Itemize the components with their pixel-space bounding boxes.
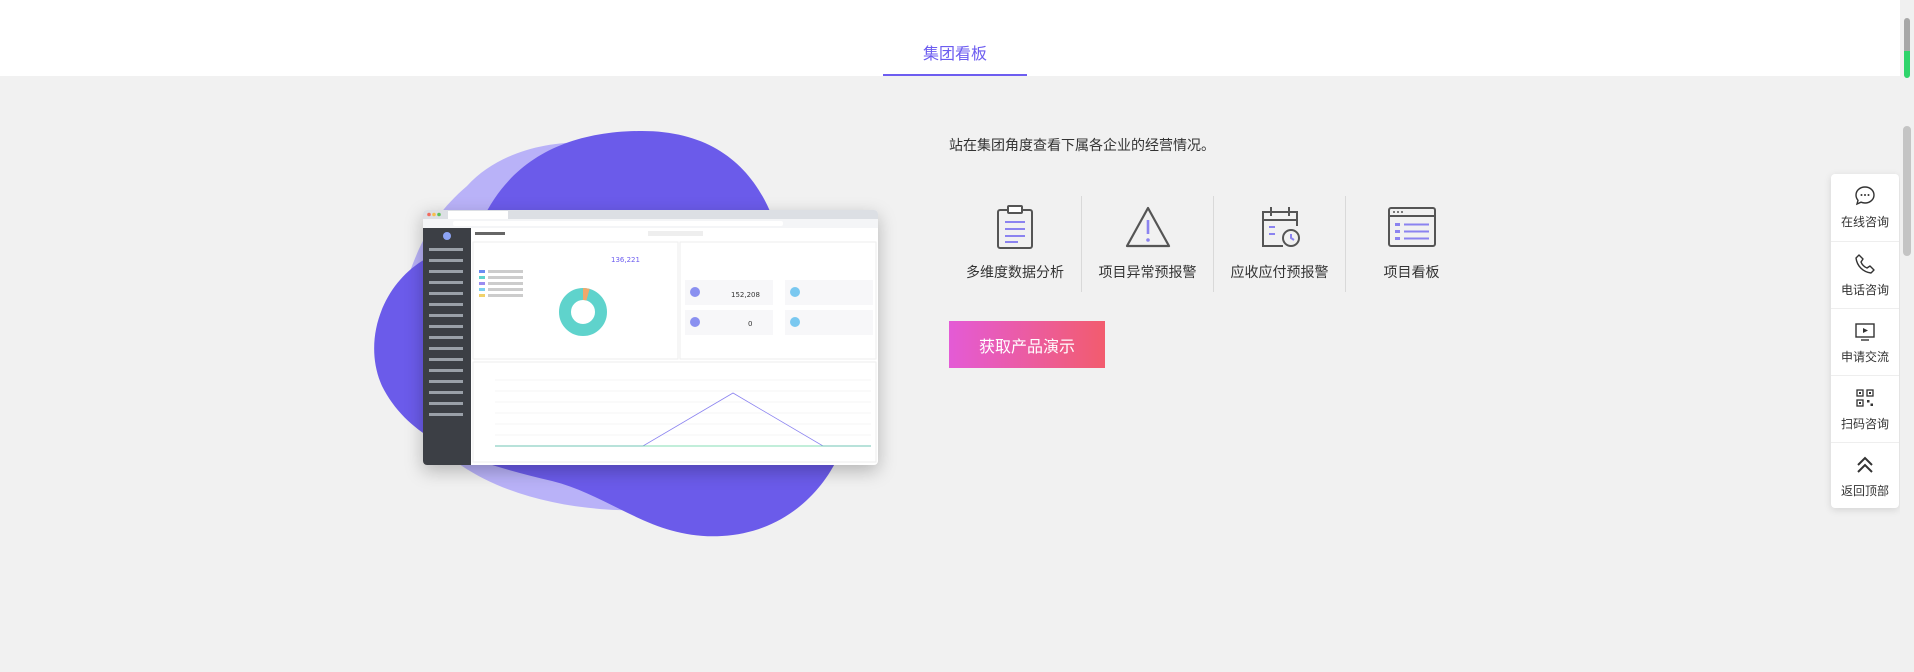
- get-product-demo-button[interactable]: 获取产品演示: [949, 321, 1105, 368]
- float-item-label: 电话咨询: [1840, 282, 1889, 297]
- online-consult-button[interactable]: 在线咨询: [1831, 174, 1899, 241]
- section-description: 站在集团角度查看下属各企业的经营情况。: [949, 138, 1215, 154]
- feature-label: 多维度数据分析: [966, 265, 1064, 281]
- scan-qr-consult-button[interactable]: 扫码咨询: [1831, 375, 1899, 442]
- feature-label: 项目异常预报警: [1098, 265, 1197, 281]
- feature-project-anomaly-alert: 项目异常预报警: [1081, 196, 1213, 292]
- tab-group-dashboard[interactable]: 集团看板: [883, 40, 1027, 76]
- browser-window-icon: [1387, 207, 1436, 247]
- float-item-label: 申请交流: [1840, 349, 1889, 364]
- content-section: [0, 76, 1900, 672]
- calendar-refresh-icon: [1261, 207, 1300, 247]
- dashboard-screenshot: 136,221 152,208 0: [423, 210, 878, 465]
- chat-bubble-icon: [1855, 186, 1875, 206]
- dashboard-screenshot-image: 136,221 152,208 0: [423, 210, 878, 465]
- feature-receivable-payable-alert: 应收应付预报警: [1213, 196, 1345, 292]
- feature-label: 项目看板: [1383, 265, 1440, 281]
- play-screen-icon: [1855, 322, 1875, 341]
- feature-label: 应收应付预报警: [1230, 265, 1329, 281]
- tab-label: 集团看板: [922, 44, 987, 63]
- feature-list: 多维度数据分析 项目异常预报警 应收应付预报警 项目看板: [949, 196, 1479, 292]
- page-scrollbar[interactable]: [1900, 0, 1914, 672]
- warning-icon: [1125, 206, 1170, 248]
- clipboard-icon: [997, 205, 1033, 249]
- qr-code-icon: [1856, 388, 1874, 407]
- feature-multi-dimensional-analysis: 多维度数据分析: [949, 196, 1081, 292]
- svg-text:0: 0: [748, 320, 752, 328]
- double-chevron-up-icon: [1857, 456, 1873, 473]
- phone-consult-button[interactable]: 电话咨询: [1831, 241, 1899, 308]
- apply-exchange-button[interactable]: 申请交流: [1831, 308, 1899, 375]
- feature-project-board: 项目看板: [1345, 196, 1477, 292]
- scroll-indicator: [1904, 18, 1910, 78]
- svg-text:136,221: 136,221: [611, 256, 640, 264]
- floating-contact-panel: 在线咨询 电话咨询 申请交流 扫码咨询 返回顶部: [1831, 174, 1899, 508]
- tab-bar: 集团看板: [0, 0, 1900, 76]
- float-item-label: 扫码咨询: [1840, 416, 1889, 431]
- float-item-label: 返回顶部: [1840, 483, 1889, 498]
- phone-icon: [1855, 253, 1875, 274]
- back-to-top-button[interactable]: 返回顶部: [1831, 442, 1899, 509]
- scrollbar-thumb[interactable]: [1903, 126, 1911, 256]
- float-item-label: 在线咨询: [1840, 215, 1889, 229]
- svg-text:152,208: 152,208: [731, 291, 760, 299]
